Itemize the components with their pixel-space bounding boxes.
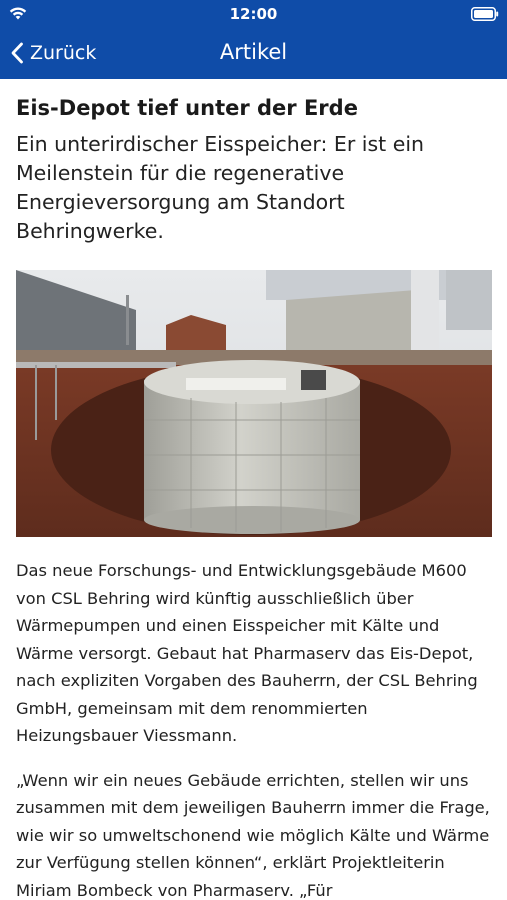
navigation-bar: Zurück Artikel <box>0 28 507 79</box>
article-image <box>16 270 492 537</box>
status-time: 12:00 <box>229 5 278 23</box>
page-title: Artikel <box>219 40 288 64</box>
article-paragraph: Das neue Forschungs- und Entwicklungsgeb… <box>16 561 478 745</box>
article-paragraph: „Wenn wir ein neues Gebäude errichten, s… <box>16 770 490 900</box>
battery-icon <box>471 7 499 21</box>
status-bar: 12:00 <box>0 0 507 28</box>
article-headline: Eis-Depot tief unter der Erde <box>16 96 358 120</box>
article-subheadline: Ein unterirdischer Eisspeicher: Er ist e… <box>16 132 425 243</box>
article-content: Eis-Depot tief unter der Erde Ein unteri… <box>16 79 492 900</box>
screen: 12:00 Zurück Artikel Eis-Depot tief unte… <box>0 0 507 900</box>
